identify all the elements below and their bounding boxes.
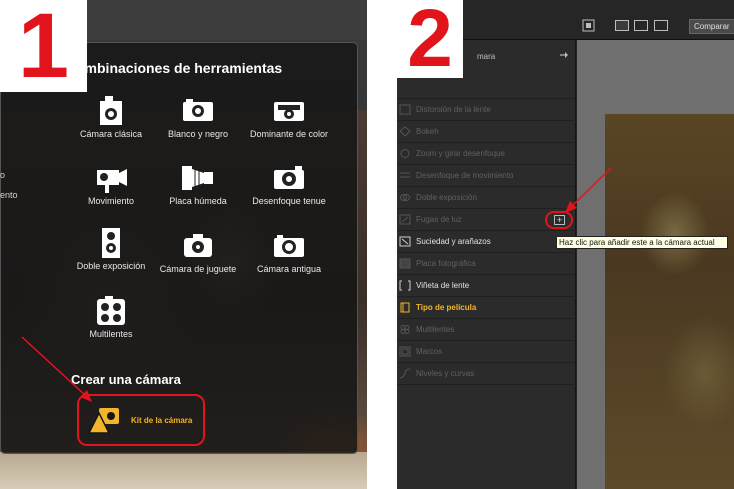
panel-step-1: o ento 1 ombinaciones de herramientas Cá… (0, 0, 367, 489)
panel-step-2: Comparar 2 mara Distorsión de la lente B… (397, 0, 734, 489)
annotation-arrow (21, 336, 92, 402)
annotation-arrow (565, 167, 612, 213)
